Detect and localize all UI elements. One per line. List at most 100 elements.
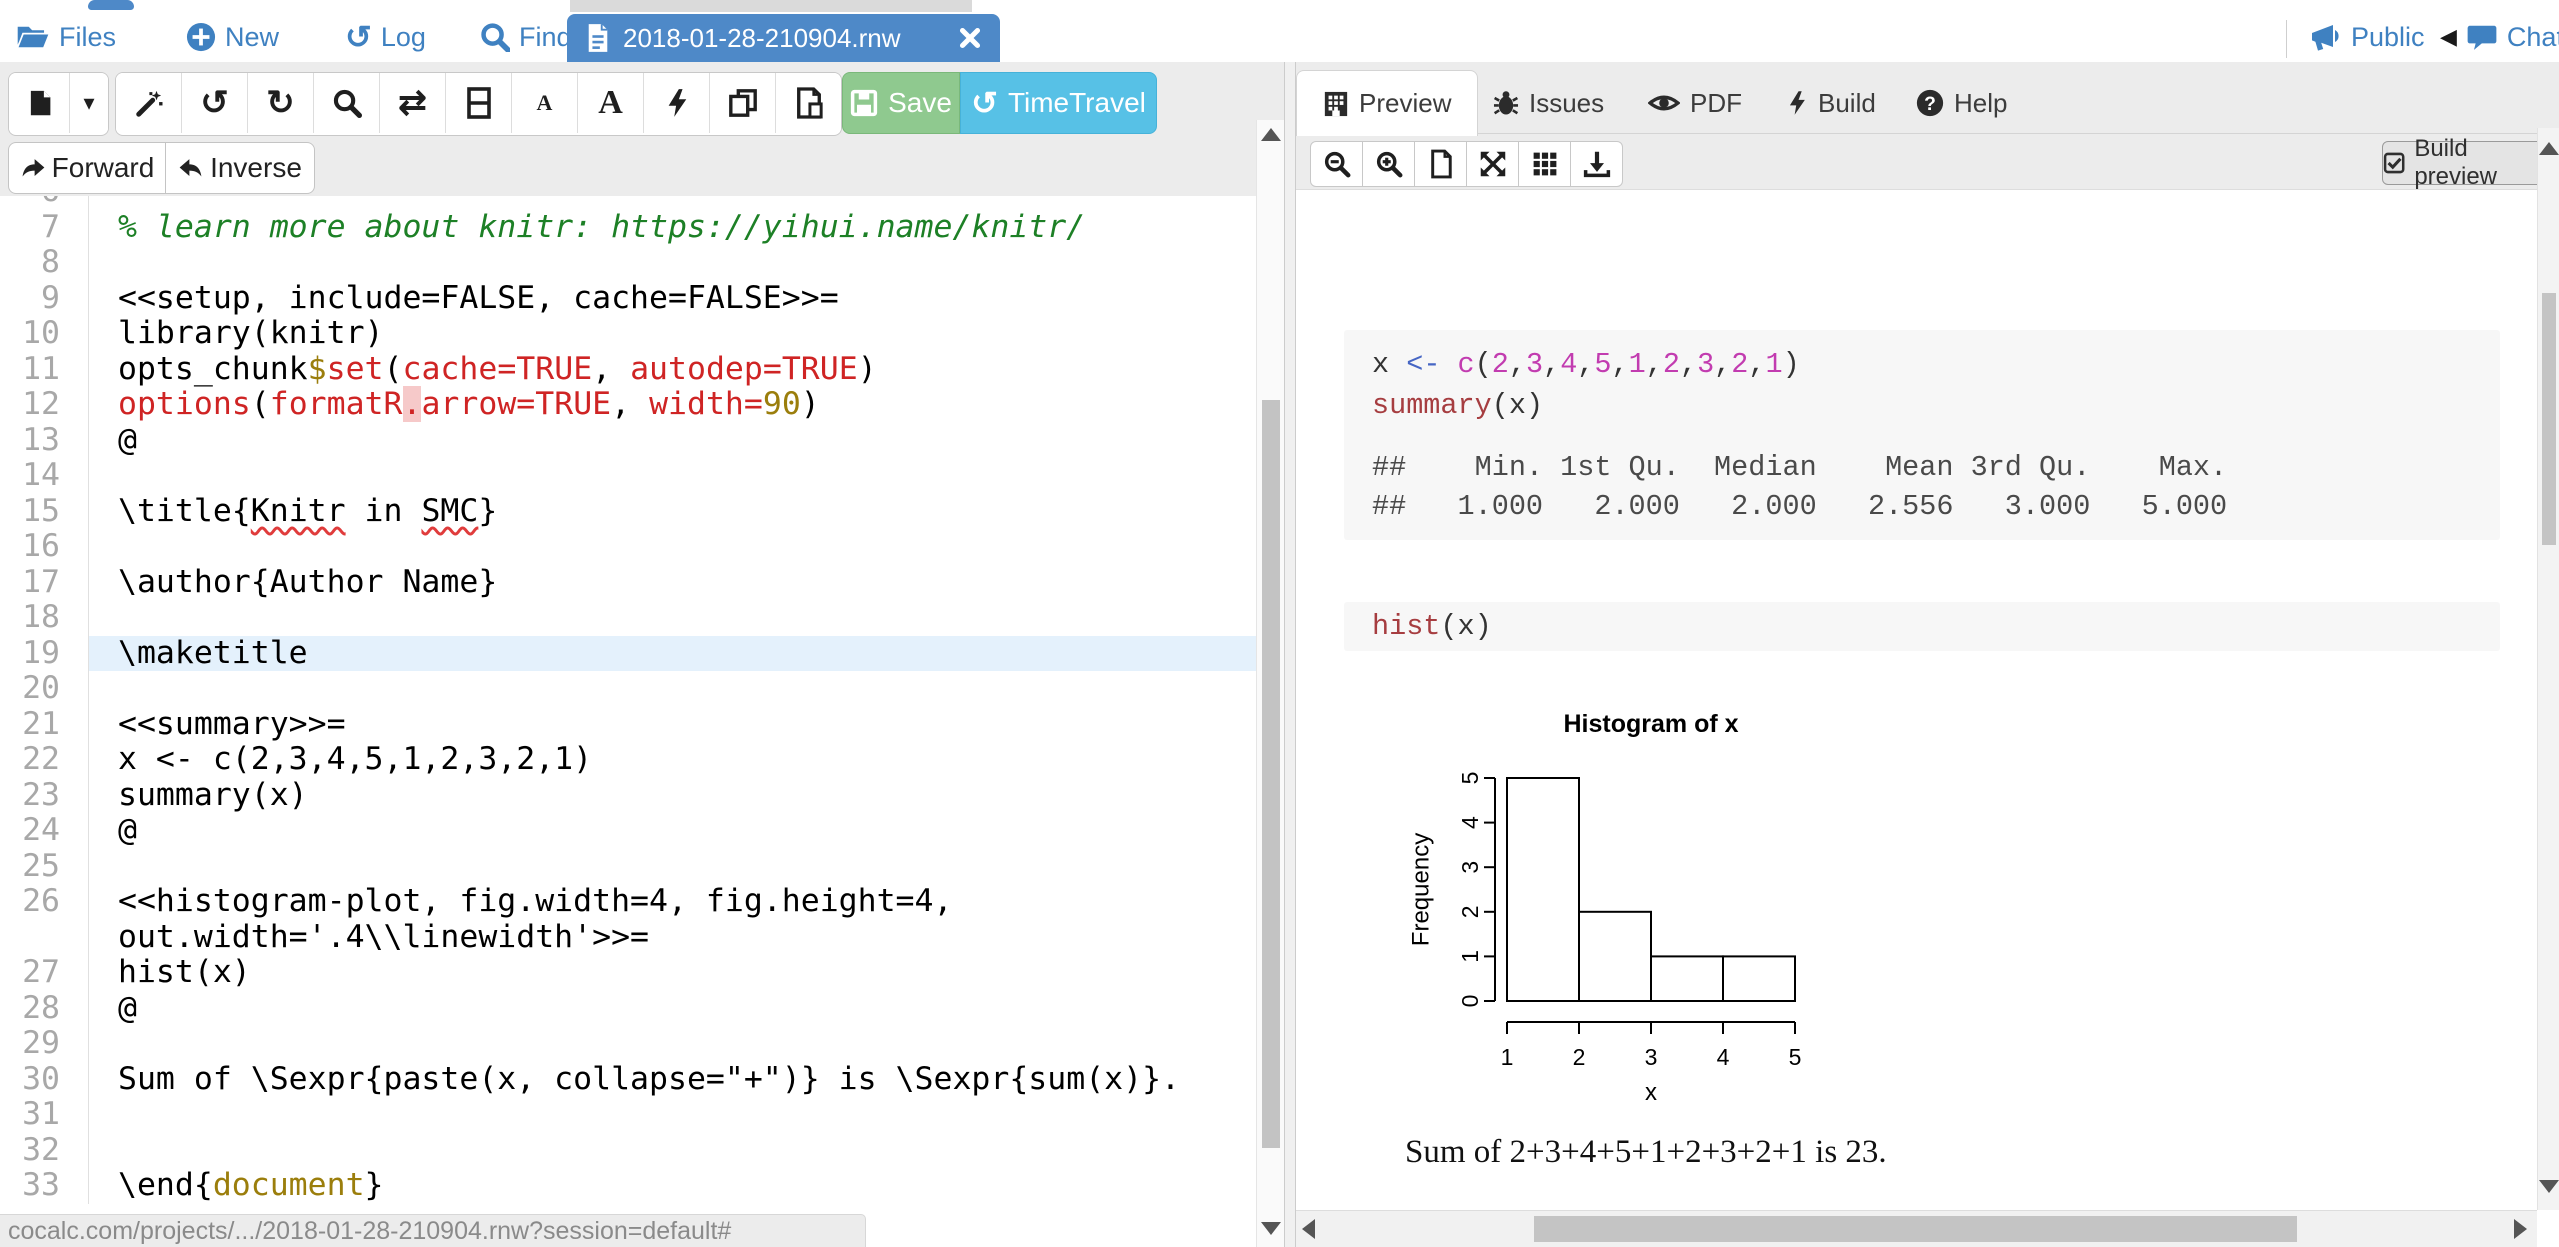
format-wand-button[interactable] [116,73,182,133]
scroll-down-arrow[interactable] [1261,1222,1281,1235]
files-button[interactable]: Files [16,12,116,62]
editor-line-22[interactable]: 22x <- c(2,3,4,5,1,2,3,2,1) [0,742,1256,778]
code-editor[interactable]: 67% learn more about knitr: https://yihu… [0,196,1256,1247]
editor-line-25[interactable]: 25 [0,849,1256,885]
editor-line-10[interactable]: 10library(knitr) [0,316,1256,352]
editor-line-33[interactable]: 33\end{document} [0,1168,1256,1204]
build-now-button[interactable] [644,73,710,133]
timetravel-button[interactable]: ↺ TimeTravel [960,72,1157,134]
editor-line-8[interactable]: 8 [0,245,1256,281]
preview-scroll-thumb[interactable] [2542,293,2556,545]
download-button[interactable] [1570,141,1623,187]
paste-button[interactable] [776,73,841,133]
bug-icon [1493,89,1519,117]
line-number: 12 [0,387,89,423]
redo-button[interactable]: ↻ [248,73,314,133]
tab-issues[interactable]: Issues [1493,72,1604,134]
scroll-right-arrow[interactable] [2514,1219,2527,1239]
close-icon[interactable] [958,26,982,50]
tab-preview[interactable]: Preview [1296,70,1478,136]
editor-line-30[interactable]: 30Sum of \Sexpr{paste(x, collapse="+")} … [0,1062,1256,1098]
line-content: \end{document} [89,1168,1256,1204]
copy-button[interactable] [710,73,776,133]
editor-line-7[interactable]: 7% learn more about knitr: https://yihui… [0,210,1256,246]
line-content: hist(x) [89,955,1256,991]
editor-line-16[interactable]: 16 [0,529,1256,565]
editor-line-23[interactable]: 23summary(x) [0,778,1256,814]
editor-line-31[interactable]: 31 [0,1097,1256,1133]
line-content: Sum of \Sexpr{paste(x, collapse="+")} is… [89,1062,1256,1098]
svg-text:Frequency: Frequency [1407,833,1434,946]
editor-line-21[interactable]: 21<<summary>>= [0,707,1256,743]
increase-font-button[interactable]: A [578,73,644,133]
build-preview-button[interactable]: Build preview [2382,141,2548,185]
build-preview-label: Build preview [2414,135,2547,191]
plus-circle-icon [186,22,216,52]
svg-text:4: 4 [1717,1044,1730,1070]
editor-line-17[interactable]: 17\author{Author Name} [0,565,1256,601]
preview-hscroll-thumb[interactable] [1534,1216,2297,1242]
fit-page-button[interactable] [1414,141,1467,187]
new-file-button[interactable] [9,73,70,133]
scroll-down-arrow[interactable] [2539,1180,2559,1193]
editor-scroll-thumb[interactable] [1262,400,1280,1148]
file-tab-label: 2018-01-28-210904.rnw [623,23,958,54]
editor-line-9[interactable]: 9<<setup, include=FALSE, cache=FALSE>>= [0,281,1256,317]
file-tab-active[interactable]: 2018-01-28-210904.rnw [567,14,1000,62]
editor-line-29[interactable]: 29 [0,1026,1256,1062]
replace-button[interactable]: ⇄ [380,73,446,133]
editor-line-28[interactable]: 28@ [0,991,1256,1027]
line-content: <<histogram-plot, fig.width=4, fig.heigh… [89,884,1256,955]
split-view-icon [467,87,491,119]
scroll-left-arrow[interactable] [1302,1219,1315,1239]
preview-horizontal-scrollbar[interactable] [1296,1210,2537,1247]
undo-button[interactable]: ↺ [182,73,248,133]
editor-vertical-scrollbar[interactable] [1256,120,1284,1247]
fullscreen-button[interactable] [1466,141,1519,187]
chat-button[interactable]: ◀ Chat [2440,12,2559,62]
editor-line-32[interactable]: 32 [0,1133,1256,1169]
save-button[interactable]: Save [842,72,960,134]
forward-button[interactable]: Forward [8,142,166,194]
find-button[interactable]: Find [480,12,572,62]
search-button[interactable] [314,73,380,133]
line-number: 26 [0,884,89,955]
pane-divider[interactable] [1284,62,1296,1247]
editor-line-26[interactable]: 26<<histogram-plot, fig.width=4, fig.hei… [0,884,1256,955]
editor-line-18[interactable]: 18 [0,600,1256,636]
scroll-up-arrow[interactable] [2539,142,2559,155]
editor-line-19[interactable]: 19\maketitle [0,636,1256,672]
page-icon [1429,149,1453,179]
tab-build[interactable]: Build [1786,72,1876,134]
download-icon [1583,150,1611,178]
log-button[interactable]: ↺ Log [345,12,426,62]
decrease-font-button[interactable]: A [512,73,578,133]
split-view-button[interactable] [446,73,512,133]
zoom-in-button[interactable] [1362,141,1415,187]
tab-help[interactable]: ? Help [1916,72,2007,134]
copy-icon [728,88,758,118]
zoom-out-button[interactable] [1310,141,1363,187]
top-nav: Files New ↺ Log Find Settings [0,12,2559,63]
editor-line-6[interactable]: 6 [0,196,1256,210]
editor-line-13[interactable]: 13@ [0,423,1256,459]
line-content [89,245,1256,281]
editor-line-15[interactable]: 15\title{Knitr in SMC} [0,494,1256,530]
chunk-code: x <- c(2,3,4,5,1,2,3,2,1)summary(x) [1372,344,2472,426]
editor-line-11[interactable]: 11opts_chunk$set(cache=TRUE, autodep=TRU… [0,352,1256,388]
editor-line-27[interactable]: 27hist(x) [0,955,1256,991]
tab-pdf[interactable]: PDF [1648,72,1742,134]
line-number: 14 [0,458,89,494]
file-type-dropdown[interactable]: ▾ [70,73,108,133]
svg-text:5: 5 [1457,772,1483,785]
preview-vertical-scrollbar[interactable] [2537,128,2559,1210]
grid-view-button[interactable] [1518,141,1571,187]
editor-line-14[interactable]: 14 [0,458,1256,494]
editor-line-12[interactable]: 12options(formatR.arrow=TRUE, width=90) [0,387,1256,423]
public-button[interactable]: Public [2306,12,2425,62]
editor-line-20[interactable]: 20 [0,671,1256,707]
inverse-button[interactable]: Inverse [165,142,315,194]
scroll-up-arrow[interactable] [1261,128,1281,141]
editor-line-24[interactable]: 24@ [0,813,1256,849]
new-button[interactable]: New [186,12,279,62]
